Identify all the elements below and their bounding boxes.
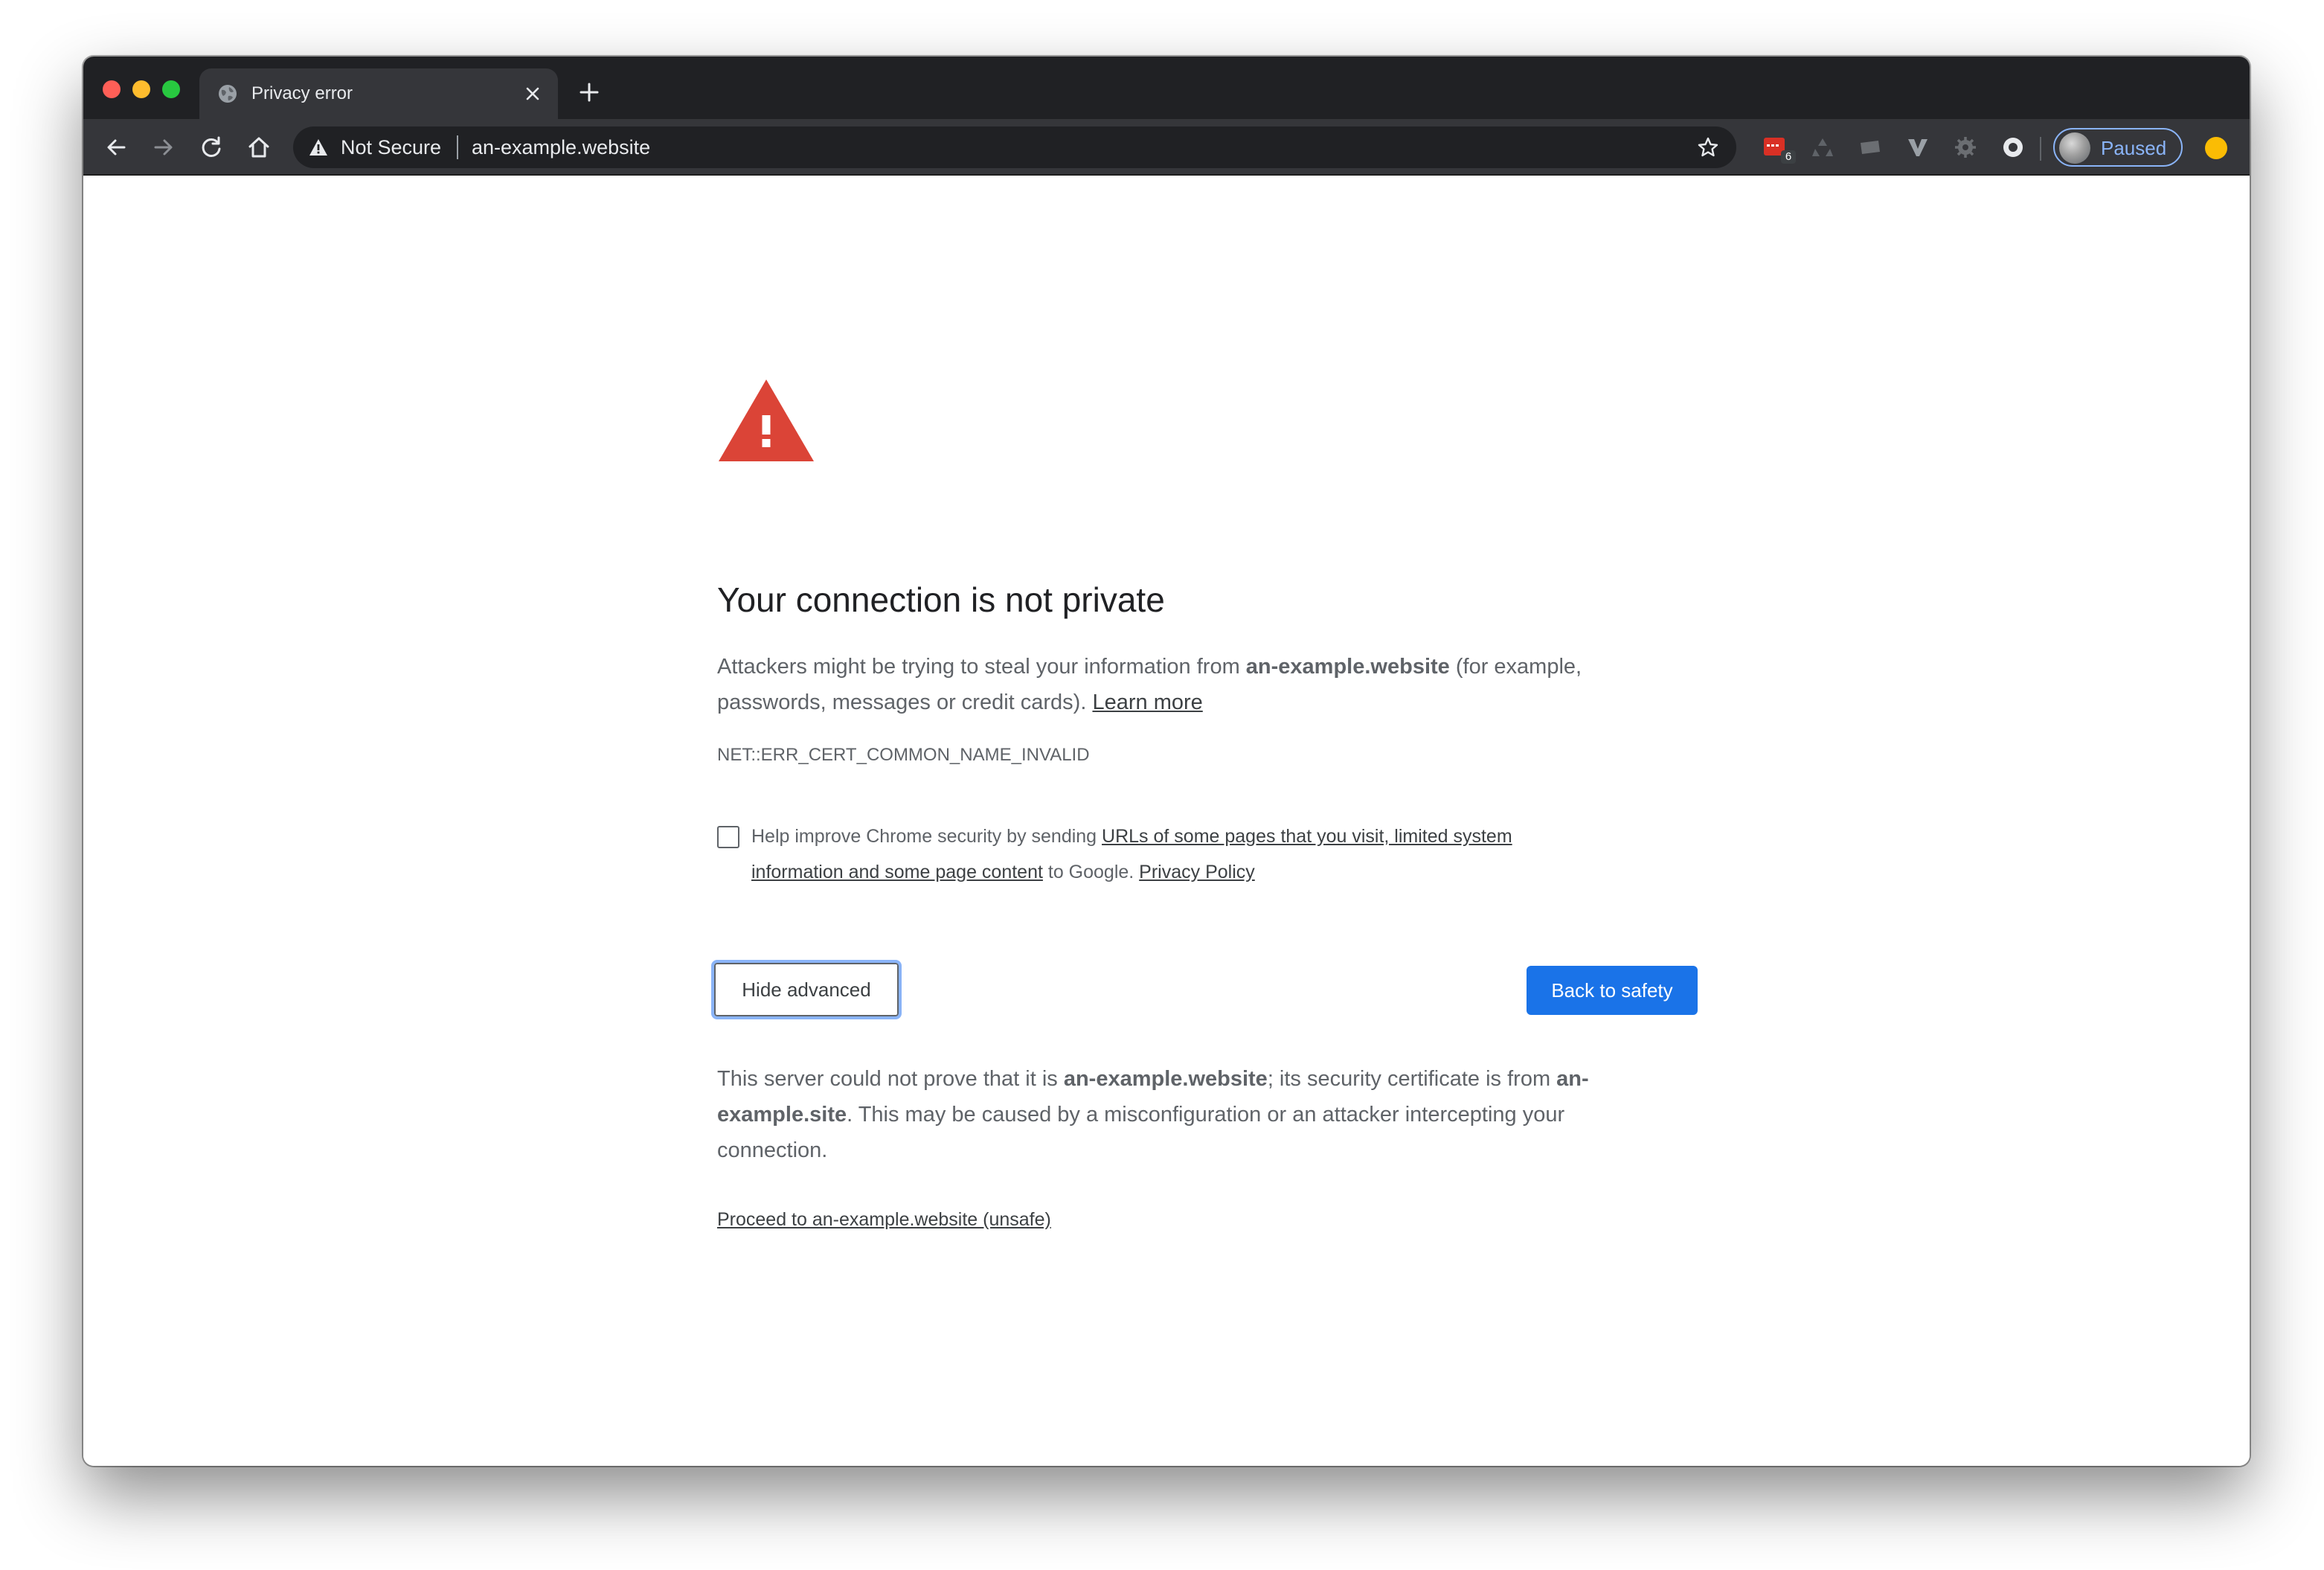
new-tab-icon[interactable] [577,80,601,104]
danger-triangle-icon [719,379,814,461]
address-bar[interactable]: Not Secure an-example.website [293,126,1736,168]
close-window-button[interactable] [103,80,121,98]
toolbar: Not Secure an-example.website 6 Paused [83,119,2250,176]
details-text-1: This server could not prove that it is [717,1067,1064,1091]
recycle-extension-icon[interactable] [1809,134,1836,161]
intro-host: an-example.website [1245,655,1450,679]
page-title: Your connection is not private [717,580,1165,619]
tab-privacy-error[interactable]: Privacy error [199,68,558,119]
back-to-safety-button[interactable]: Back to safety [1527,966,1698,1015]
zoom-window-button[interactable] [162,80,180,98]
extension-badge: 6 [1781,150,1796,164]
intro-paragraph: Attackers might be trying to steal your … [717,649,1610,720]
not-secure-warning-icon[interactable] [308,137,329,158]
back-icon[interactable] [103,134,129,161]
details-paragraph: This server could not prove that it is a… [717,1061,1610,1168]
intro-text: Attackers might be trying to steal your … [717,655,1246,679]
opt-in-text: Help improve Chrome security by sending … [751,818,1592,890]
details-host: an-example.website [1063,1067,1268,1091]
hide-advanced-button[interactable]: Hide advanced [711,960,902,1019]
opt-in-checkbox[interactable] [717,826,739,848]
forward-icon[interactable] [150,134,177,161]
opt-in-text-before: Help improve Chrome security by sending [751,826,1102,847]
details-text-2: ; its security certificate is from [1267,1067,1557,1091]
profile-status: Paused [2101,137,2167,159]
tab-title: Privacy error [251,83,353,103]
globe-icon [219,85,237,103]
avatar [2059,132,2090,164]
tab-strip: Privacy error [83,57,2250,119]
opt-in-text-middle: to Google. [1042,862,1140,882]
profile-button[interactable]: Paused [2053,128,2183,167]
toolbar-divider [2040,137,2041,161]
browser-window: Privacy error Not Secure an-example.webs… [83,57,2250,1466]
home-icon[interactable] [245,134,272,161]
error-code: NET::ERR_CERT_COMMON_NAME_INVALID [717,745,1090,765]
reload-icon[interactable] [198,134,225,161]
learn-more-link[interactable]: Learn more [1092,691,1202,714]
url-text[interactable]: an-example.website [472,136,650,158]
privacy-policy-link[interactable]: Privacy Policy [1139,862,1255,882]
address-separator [457,135,458,159]
security-label[interactable]: Not Secure [341,136,441,158]
gear-extension-icon[interactable] [1952,134,1979,161]
circle-extension-icon[interactable] [2000,134,2026,161]
update-available-icon[interactable] [2205,137,2227,159]
close-tab-icon[interactable] [521,82,545,106]
vimium-extension-icon[interactable] [1904,134,1931,161]
proceed-unsafe-link[interactable]: Proceed to an-example.website (unsafe) [717,1208,1051,1231]
extension-calendar-icon[interactable]: 6 [1762,134,1796,164]
ticket-extension-icon[interactable] [1857,134,1884,161]
minimize-window-button[interactable] [132,80,150,98]
bookmark-star-icon[interactable] [1696,135,1720,159]
page-content: Your connection is not private Attackers… [83,177,2250,1466]
